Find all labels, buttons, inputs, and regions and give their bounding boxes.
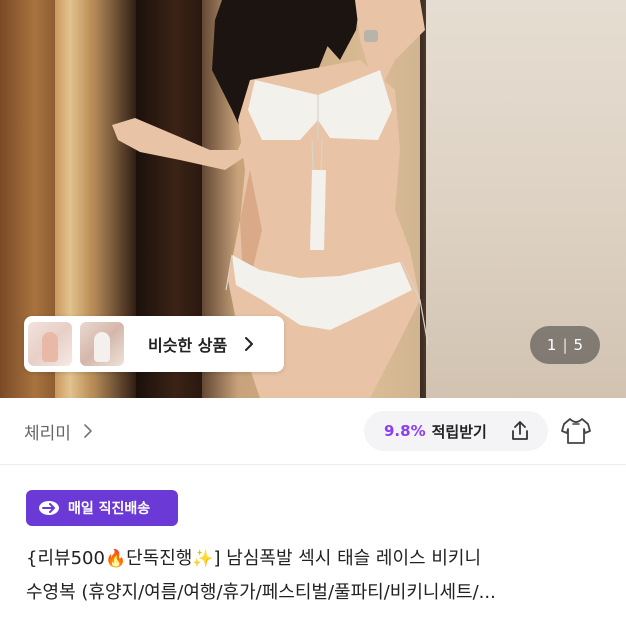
delivery-badge: 매일 직진배송 (26, 490, 178, 526)
image-pager: 1 | 5 (530, 326, 600, 364)
share-icon (512, 421, 528, 440)
similar-products-button[interactable]: 비슷한 상품 (24, 316, 284, 372)
pager-separator: | (562, 336, 568, 354)
chevron-right-icon (245, 337, 254, 351)
section-divider (0, 464, 626, 465)
reward-label: 적립받기 (431, 422, 487, 441)
product-title-line-2: 수영복 (휴양지/여름/여행/휴가/페스티벌/풀파티/비키니세트/... (26, 582, 496, 603)
seller-row: 체리미 9.8% 적립받기 (0, 398, 626, 464)
fire-emoji-icon: 🔥 (104, 549, 127, 569)
product-title-line-1: {리뷰500🔥단독진행✨] 남심폭발 섹시 태슬 레이스 비키니 (26, 542, 606, 576)
delivery-arrow-icon (39, 501, 59, 515)
similar-product-thumbnail (28, 322, 72, 366)
similar-products-label: 비슷한 상품 (148, 336, 228, 355)
similar-product-thumbnail (80, 322, 124, 366)
title-text: ] 남심폭발 섹시 태슬 레이스 비키니 (213, 548, 482, 569)
product-image[interactable]: 비슷한 상품 1 | 5 (0, 0, 626, 398)
seller-name-link[interactable]: 체리미 (24, 419, 71, 444)
reward-share-button[interactable]: 9.8% 적립받기 (364, 411, 548, 451)
shirt-icon[interactable] (560, 416, 592, 446)
title-text: 단독진행 (126, 548, 193, 569)
sparkles-emoji-icon: ✨ (192, 549, 214, 569)
title-text: {리뷰500 (26, 548, 105, 569)
pager-current: 1 (546, 336, 557, 354)
delivery-badge-label: 매일 직진배송 (68, 501, 151, 517)
product-title: {리뷰500🔥단독진행✨] 남심폭발 섹시 태슬 레이스 비키니 수영복 (휴양… (26, 542, 606, 610)
chevron-right-icon[interactable] (81, 424, 95, 438)
reward-rate: 9.8% (384, 422, 426, 440)
pager-total: 5 (573, 336, 584, 354)
